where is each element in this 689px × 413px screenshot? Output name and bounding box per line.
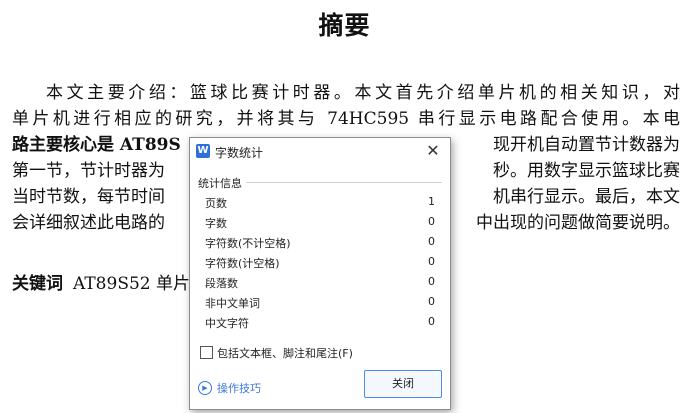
dialog-titlebar[interactable]: W 字数统计 ✕ [190, 138, 450, 164]
abstract-line-2: 单片机进行相应的研究，并将其与 74HC595 串行显示电路配合使用。本电 [12, 109, 680, 129]
stat-label: 非中文单词 [205, 297, 260, 310]
stat-value: 0 [428, 275, 435, 288]
keywords-text: AT89S52 单片 [73, 274, 190, 294]
stat-row-chinese-chars: 中文字符 0 [205, 315, 435, 334]
stat-value: 0 [428, 215, 435, 228]
abstract-line-3: 路主要核心是 AT89S [12, 135, 181, 155]
stat-label: 字数 [205, 217, 227, 230]
dialog-title: 字数统计 [215, 146, 264, 160]
stat-value: 0 [428, 255, 435, 268]
stat-row-paragraphs: 段落数 0 [205, 275, 435, 294]
wps-app-icon: W [196, 144, 210, 158]
stat-label: 字符数(不计空格) [205, 237, 291, 250]
stat-row-chars-no-spaces: 字符数(不计空格) 0 [205, 235, 435, 254]
stat-value: 0 [428, 295, 435, 308]
keywords-line: 关键词 AT89S52 单片 [12, 269, 190, 294]
stat-value: 0 [428, 235, 435, 248]
stat-value: 0 [428, 315, 435, 328]
abstract-line-5: 当时节数，每节时间 [12, 187, 165, 207]
stat-label: 中文字符 [205, 317, 249, 330]
stat-label: 页数 [205, 197, 227, 210]
close-button[interactable]: 关闭 [364, 370, 442, 398]
abstract-line-4: 第一节，节计时器为 [12, 161, 165, 181]
stat-label: 段落数 [205, 277, 238, 290]
stat-value: 1 [428, 195, 435, 208]
stat-label: 字符数(计空格) [205, 257, 280, 270]
abstract-line-3-tail: 现开机自动置节计数器为 [493, 135, 680, 155]
document-title: 摘要 [318, 11, 371, 40]
abstract-line-4-tail: 秒。用数字显示篮球比赛 [493, 161, 680, 181]
tips-label[interactable]: 操作技巧 [217, 380, 261, 396]
close-icon[interactable]: ✕ [422, 141, 444, 161]
abstract-line-6-tail: 中出现的问题做简要说明。 [476, 213, 680, 233]
stat-row-pages: 页数 1 [205, 195, 435, 214]
stat-row-words: 字数 0 [205, 215, 435, 234]
stats-section-label: 统计信息 [198, 177, 242, 190]
abstract-line-6: 会详细叙述此电路的 [12, 213, 165, 233]
word-count-dialog: W 字数统计 ✕ 统计信息 页数 1 字数 0 字符数(不计空格) 0 字符数(… [189, 137, 451, 410]
abstract-line-1: 本文主要介绍：篮球比赛计时器。本文首先介绍单片机的相关知识，对 [46, 83, 680, 103]
include-textbox-footnotes-label[interactable]: 包括文本框、脚注和尾注(F) [217, 345, 353, 361]
keywords-label: 关键词 [12, 274, 63, 294]
stat-row-chars-with-spaces: 字符数(计空格) 0 [205, 255, 435, 274]
abstract-paragraph: 本文主要介绍：篮球比赛计时器。本文首先介绍单片机的相关知识，对 单片机进行相应的… [12, 80, 680, 132]
abstract-line-5-tail: 机串行显示。最后，本文 [493, 187, 680, 207]
include-textbox-footnotes-checkbox[interactable] [200, 346, 213, 359]
stat-row-non-chinese-words: 非中文单词 0 [205, 295, 435, 314]
section-divider [246, 182, 442, 183]
play-circle-icon: ▶ [198, 381, 212, 395]
